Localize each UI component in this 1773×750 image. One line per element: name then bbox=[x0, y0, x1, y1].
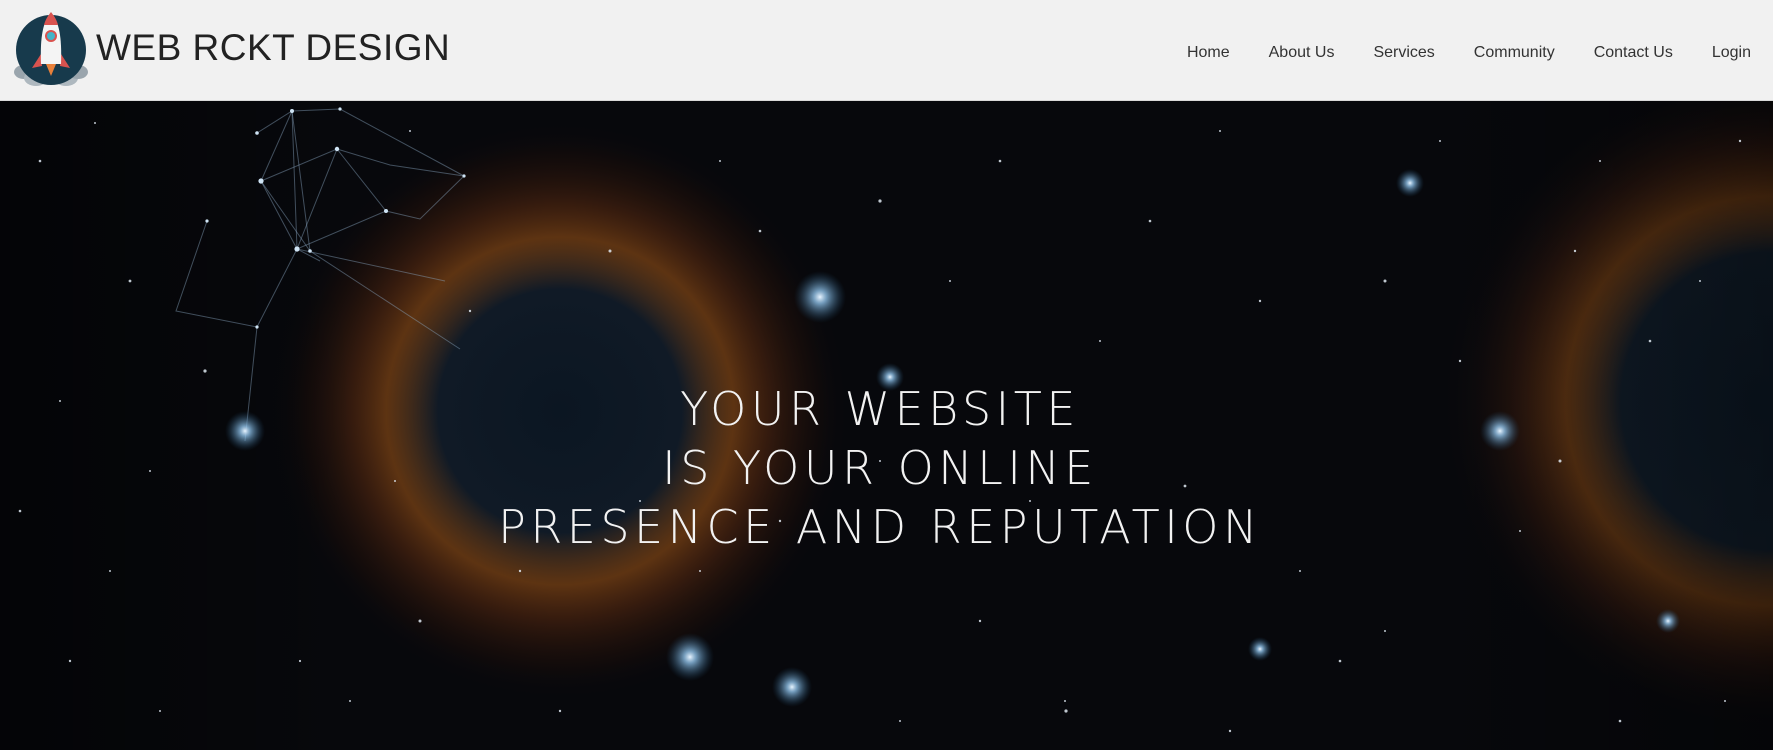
nav-login[interactable]: Login bbox=[1712, 44, 1751, 62]
nav-contact-us[interactable]: Contact Us bbox=[1594, 44, 1673, 62]
nav-about-us[interactable]: About Us bbox=[1269, 44, 1335, 62]
main-nav: Home About Us Services Community Contact… bbox=[1187, 44, 1751, 62]
hero-section: YOUR WEBSITE IS YOUR ONLINE PRESENCE AND… bbox=[0, 101, 1773, 750]
hero-line-2: IS YOUR ONLINE bbox=[662, 440, 1098, 495]
brand[interactable]: WEB RCKT DESIGN bbox=[12, 6, 450, 90]
nav-services[interactable]: Services bbox=[1373, 44, 1434, 62]
hero-line-1: YOUR WEBSITE bbox=[680, 381, 1080, 436]
rocket-icon bbox=[14, 12, 88, 86]
hero-headline: YOUR WEBSITE IS YOUR ONLINE PRESENCE AND… bbox=[0, 380, 1760, 557]
top-navigation-bar: WEB RCKT DESIGN Home About Us Services C… bbox=[0, 0, 1773, 101]
brand-name: WEB RCKT DESIGN bbox=[96, 27, 451, 68]
nav-community[interactable]: Community bbox=[1474, 44, 1555, 62]
hero-line-3: PRESENCE AND REPUTATION bbox=[498, 499, 1262, 554]
nav-home[interactable]: Home bbox=[1187, 44, 1230, 62]
